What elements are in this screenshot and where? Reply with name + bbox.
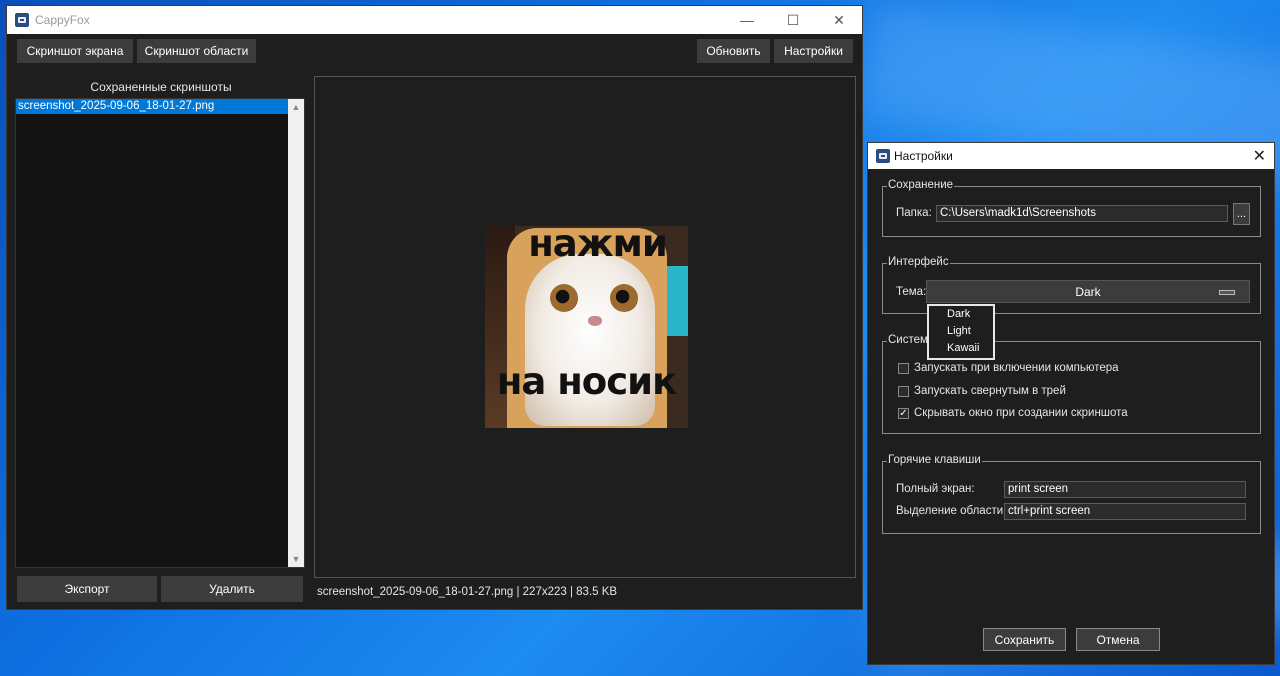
saving-legend: Сохранение (887, 179, 955, 191)
settings-titlebar[interactable]: Настройки ✕ (868, 143, 1274, 169)
theme-dropdown-list[interactable]: Dark Light Kawaii (927, 304, 995, 360)
theme-selected-value: Dark (1075, 284, 1101, 299)
settings-title: Настройки (894, 149, 953, 163)
preview-caption-top: нажми (528, 226, 668, 265)
hotkeys-legend: Горячие клавиши (887, 454, 982, 466)
scroll-up-icon[interactable]: ▲ (288, 99, 304, 115)
list-item[interactable]: screenshot_2025-09-06_18-01-27.png (16, 99, 289, 114)
cancel-button[interactable]: Отмена (1076, 628, 1160, 651)
hide-window-label: Скрывать окно при создании скриншота (914, 407, 1128, 419)
screenshot-screen-button[interactable]: Скриншот экрана (17, 39, 133, 63)
hotkeys-group: Горячие клавиши Полный экран: print scre… (882, 454, 1261, 534)
theme-option-light[interactable]: Light (929, 323, 993, 340)
dropdown-indicator-icon (1219, 290, 1235, 295)
autostart-checkbox[interactable] (898, 362, 909, 374)
close-icon[interactable]: ✕ (1253, 146, 1266, 166)
area-hotkey-label: Выделение области: (896, 505, 1007, 517)
preview-caption-bottom: на носик (496, 360, 677, 403)
minimize-icon[interactable]: — (724, 6, 770, 34)
area-hotkey-field[interactable]: ctrl+print screen (1004, 503, 1246, 520)
screenshot-list[interactable]: screenshot_2025-09-06_18-01-27.png ▲ ▼ (15, 98, 305, 568)
folder-label: Папка: (896, 207, 932, 219)
theme-label: Тема: (896, 286, 927, 298)
cappyfox-app-icon (15, 13, 29, 27)
save-button[interactable]: Сохранить (983, 628, 1066, 651)
autostart-label: Запускать при включении компьютера (914, 362, 1119, 374)
saved-screenshots-label: Сохраненные скриншоты (90, 80, 232, 94)
settings-button[interactable]: Настройки (774, 39, 853, 63)
fullscreen-hotkey-field[interactable]: print screen (1004, 481, 1246, 498)
scroll-down-icon[interactable]: ▼ (288, 551, 304, 567)
folder-path-field[interactable]: C:\Users\madk1d\Screenshots (936, 205, 1228, 222)
refresh-button[interactable]: Обновить (697, 39, 770, 63)
file-status: screenshot_2025-09-06_18-01-27.png | 227… (317, 586, 618, 598)
maximize-icon[interactable]: ☐ (770, 6, 816, 34)
settings-dialog: Настройки ✕ Сохранение Папка: C:\Users\m… (867, 142, 1275, 665)
interface-legend: Интерфейс (887, 256, 950, 268)
preview-panel: нажми на носик (314, 76, 856, 578)
export-button[interactable]: Экспорт (17, 576, 157, 602)
screenshot-area-button[interactable]: Скриншот области (137, 39, 256, 63)
saving-group: Сохранение Папка: C:\Users\madk1d\Screen… (882, 179, 1261, 237)
hide-window-checkbox-row[interactable]: ✓ Скрывать окно при создании скриншота (898, 407, 1128, 419)
main-window: CappyFox — ☐ ✕ Скриншот экрана Скриншот … (6, 5, 863, 610)
system-legend: Систем (887, 334, 929, 346)
start-minimized-checkbox-row[interactable]: Запускать свернутым в трей (898, 385, 1066, 397)
browse-folder-button[interactable]: ... (1233, 203, 1250, 225)
autostart-checkbox-row[interactable]: Запускать при включении компьютера (898, 362, 1119, 374)
preview-image: нажми на носик (485, 226, 688, 428)
start-minimized-label: Запускать свернутым в трей (914, 385, 1066, 397)
close-icon[interactable]: ✕ (816, 6, 862, 34)
start-minimized-checkbox[interactable] (898, 385, 909, 397)
theme-select[interactable]: Dark (926, 280, 1250, 303)
main-titlebar[interactable]: CappyFox — ☐ ✕ (7, 6, 862, 34)
cappyfox-app-icon (876, 149, 890, 163)
window-title: CappyFox (35, 13, 90, 27)
delete-button[interactable]: Удалить (161, 576, 303, 602)
hide-window-checkbox[interactable]: ✓ (898, 407, 909, 419)
fullscreen-hotkey-label: Полный экран: (896, 483, 975, 495)
theme-option-kawaii[interactable]: Kawaii (929, 340, 993, 357)
theme-option-dark[interactable]: Dark (929, 306, 993, 323)
list-scrollbar[interactable]: ▲ ▼ (288, 99, 304, 567)
